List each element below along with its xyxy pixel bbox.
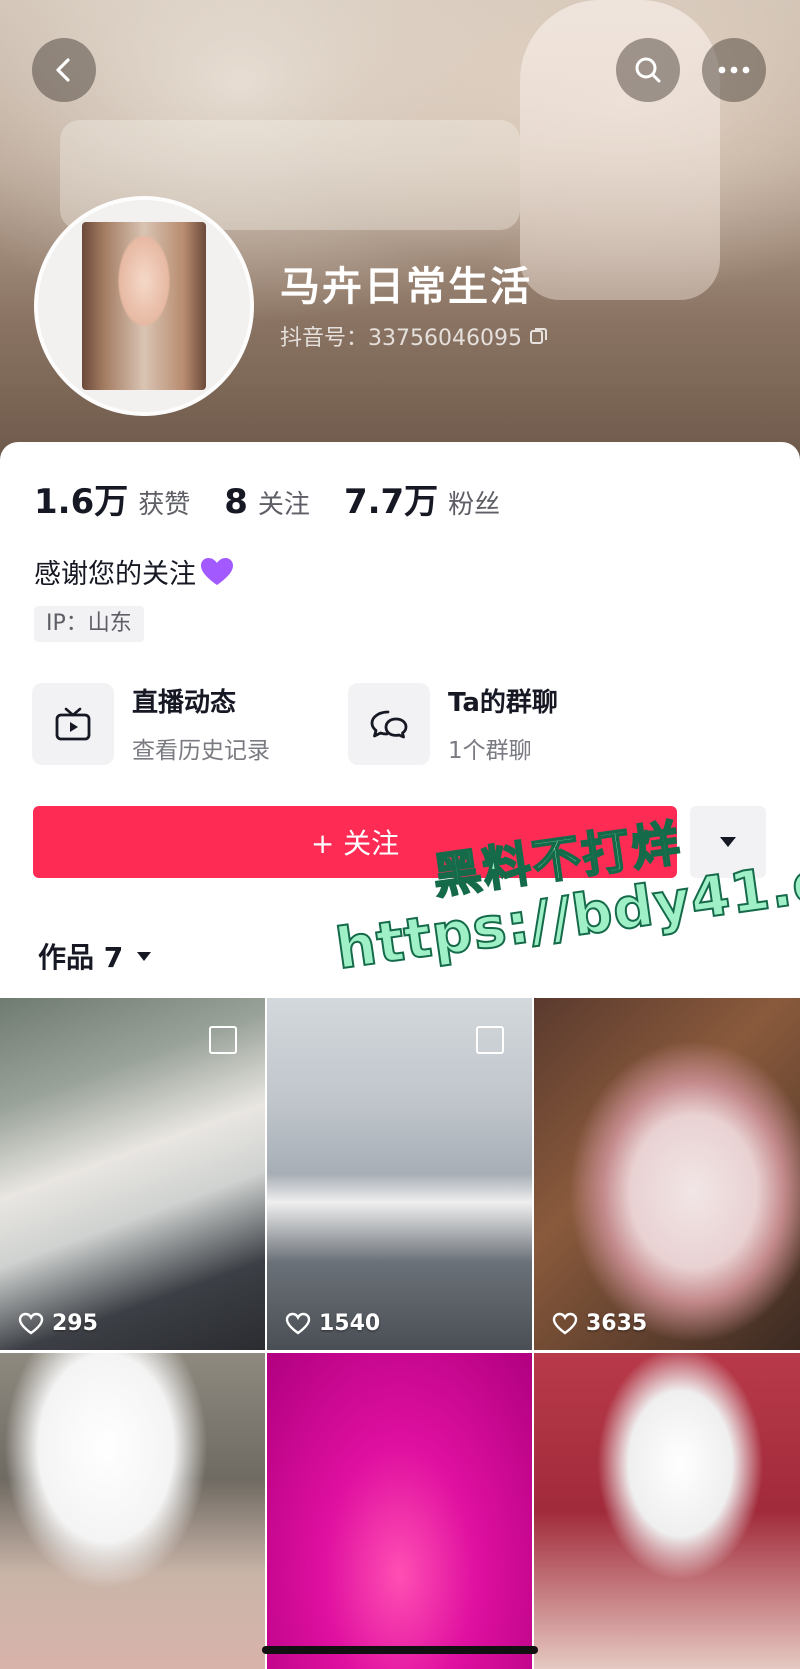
stat-likes-label: 获赞 [138, 490, 191, 520]
ip-location-tag: IP：山东 [34, 606, 144, 642]
multi-image-icon [209, 1026, 237, 1054]
live-history-entry[interactable]: 直播动态 查看历史记录 [32, 682, 270, 765]
heart-outline-icon [18, 1312, 44, 1334]
work-tile[interactable]: 295 [0, 998, 265, 1350]
group-chat-title: Ta的群聊 [448, 688, 558, 718]
work-likes: 1540 [285, 1311, 380, 1336]
search-button[interactable] [616, 38, 680, 102]
multi-image-icon [476, 1026, 504, 1054]
works-grid: 295 1540 3635 [0, 998, 800, 1669]
purple-heart-icon [201, 557, 233, 585]
work-tile[interactable] [534, 1353, 800, 1669]
douyin-id[interactable]: 抖音号：33756046095 [280, 320, 550, 352]
bio: 感谢您的关注 [34, 552, 234, 591]
search-icon [635, 57, 661, 83]
stat-followers[interactable]: 7.7万 粉丝 [344, 474, 500, 523]
group-chat-icon [370, 710, 408, 738]
profile-name: 马卉日常生活 [280, 264, 532, 310]
bio-text: 感谢您的关注 [34, 559, 196, 590]
group-chat-entry[interactable]: Ta的群聊 1个群聊 [348, 682, 558, 765]
avatar[interactable] [34, 196, 254, 416]
tv-icon [55, 707, 91, 740]
stat-following[interactable]: 8 关注 [224, 482, 310, 522]
copy-icon[interactable] [528, 325, 550, 347]
work-tile[interactable]: 1540 [267, 998, 532, 1350]
work-likes-count: 295 [52, 1311, 98, 1336]
stat-following-value: 8 [224, 482, 248, 522]
stat-following-label: 关注 [257, 490, 310, 520]
stat-likes[interactable]: 1.6万 获赞 [34, 474, 190, 523]
work-tile[interactable]: 3635 [534, 998, 800, 1350]
work-tile[interactable] [0, 1353, 265, 1669]
stat-followers-value: 7.7万 [343, 482, 439, 522]
live-history-title: 直播动态 [132, 688, 237, 718]
douyin-id-text: 抖音号：33756046095 [280, 326, 522, 351]
chevron-left-icon [56, 58, 70, 82]
work-likes: 3635 [552, 1311, 647, 1336]
heart-outline-icon [552, 1312, 578, 1334]
heart-outline-icon [285, 1312, 311, 1334]
back-button[interactable] [32, 38, 96, 102]
stat-likes-value: 1.6万 [34, 482, 129, 522]
work-likes-count: 1540 [319, 1311, 381, 1336]
work-likes: 295 [18, 1311, 98, 1336]
group-chat-icon-box [348, 682, 430, 765]
live-history-icon-box [32, 682, 114, 765]
tab-works-label: 作品 7 [38, 941, 124, 974]
cover-decor-figure [520, 0, 720, 300]
home-indicator [262, 1646, 538, 1654]
profile-stats: 1.6万 获赞 8 关注 7.7万 粉丝 [34, 474, 500, 523]
stat-followers-label: 粉丝 [448, 490, 501, 520]
follow-button-label: + 关注 [310, 827, 400, 860]
work-tile[interactable] [267, 1353, 532, 1669]
ellipsis-icon [718, 66, 750, 74]
more-options-button[interactable] [702, 38, 766, 102]
live-history-subtitle: 查看历史记录 [132, 738, 270, 764]
work-likes-count: 3635 [586, 1311, 648, 1336]
tab-works[interactable]: 作品 7 [38, 936, 153, 976]
group-chat-subtitle: 1个群聊 [448, 738, 532, 764]
avatar-photo [82, 222, 206, 390]
caret-down-icon [720, 837, 736, 847]
caret-down-icon [137, 952, 152, 961]
